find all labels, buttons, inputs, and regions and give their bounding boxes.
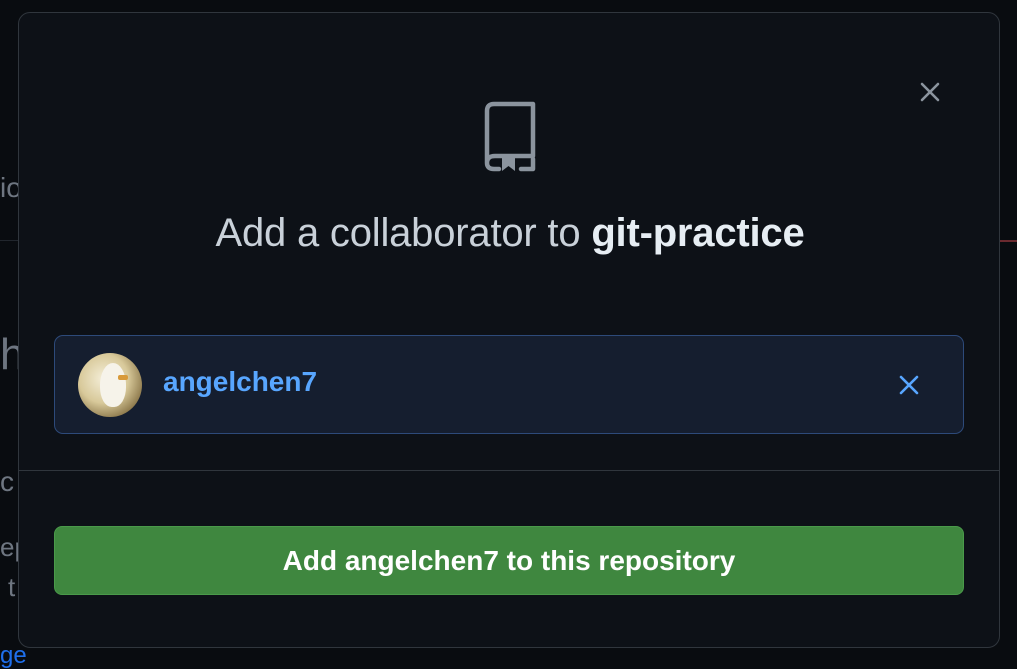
close-icon <box>920 82 940 102</box>
add-collaborator-dialog: Add a collaborator to git-practice angel… <box>18 12 1000 648</box>
background-accent-line <box>1000 240 1017 242</box>
remove-selection-button[interactable] <box>893 369 925 401</box>
background-text-fragment: c <box>0 466 14 497</box>
collaborator-username[interactable]: angelchen7 <box>163 366 317 398</box>
selected-collaborator: angelchen7 <box>54 335 964 434</box>
dialog-title: Add a collaborator to git-practice <box>19 211 1001 256</box>
dialog-title-prefix: Add a collaborator to <box>215 211 581 255</box>
repo-icon <box>484 101 536 172</box>
avatar <box>78 353 142 417</box>
add-collaborator-button[interactable]: Add angelchen7 to this repository <box>54 526 964 595</box>
background-divider <box>0 240 20 241</box>
repository-name: git-practice <box>591 211 805 255</box>
background-text-fragment: t <box>8 572 16 602</box>
close-dialog-button[interactable] <box>915 77 945 107</box>
remove-icon <box>899 375 919 395</box>
dialog-divider <box>19 470 999 471</box>
